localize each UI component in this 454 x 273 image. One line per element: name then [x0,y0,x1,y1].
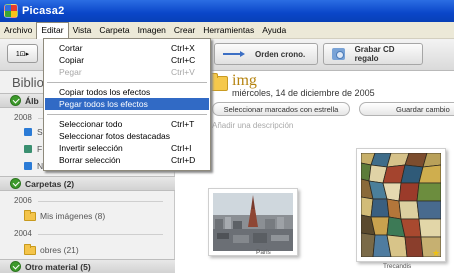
select-starred-label: Seleccionar marcados con estrella [223,104,339,114]
menu-editar[interactable]: Editar [36,21,69,39]
photo-caption: Paris [256,249,271,256]
menu-separator [47,114,207,115]
menu-item-label: Copiar todos los efectos [59,87,151,97]
trecandis-photo [361,153,441,257]
menu-item-label: Cortar [59,43,83,53]
shortcut-label: Ctrl+T [171,119,195,129]
other-material-label: Otro material (5) [25,261,91,272]
import-button-label: 1⊡▸ [15,50,30,58]
burn-gift-cd-label: Grabar CD regalo [354,45,395,63]
menu-crear[interactable]: Crear [170,22,199,39]
menu-bar: Archivo Editar Vista Carpeta Imagen Crea… [0,21,454,39]
folder-label: obres (21) [40,245,79,255]
menu-vista[interactable]: Vista [69,22,96,39]
chronological-arrow-icon [223,51,245,57]
import-button[interactable]: 1⊡▸ [7,44,38,63]
save-changes-label: Guardar cambio [396,104,450,114]
menu-item-pegar-todos-efectos[interactable]: Pegar todos los efectos [45,98,209,110]
star-icon: ★ [432,248,441,258]
divider [38,234,163,235]
folders-header[interactable]: Carpetas (2) [0,176,175,191]
album-date: miércoles, 14 de diciembre de 2005 [232,88,375,98]
shortcut-label: Ctrl+C [171,55,196,65]
menu-item-cortar[interactable]: Cortar Ctrl+X [45,42,209,54]
menu-item-copiar[interactable]: Copiar Ctrl+C [45,54,209,66]
year-label: 2004 [14,229,32,238]
photo-caption: Trecandis [383,263,412,270]
menu-item-invertir-seleccion[interactable]: Invertir selección Ctrl+I [45,142,209,154]
menu-item-label: Seleccionar todo [59,119,123,129]
menu-item-borrar-seleccion[interactable]: Borrar selección Ctrl+D [45,154,209,166]
menu-item-seleccionar-todo[interactable]: Seleccionar todo Ctrl+T [45,118,209,130]
year-label: 2006 [14,196,32,205]
title-bar: Picasa2 [0,0,454,22]
menu-ayuda[interactable]: Ayuda [258,22,290,39]
menu-separator [47,82,207,83]
album-item[interactable]: F [37,144,42,154]
shortcut-label: Ctrl+D [171,155,196,165]
menu-item-copiar-todos-efectos[interactable]: Copiar todos los efectos [45,86,209,98]
shortcut-label: Ctrl+X [171,43,195,53]
expand-check-icon[interactable] [10,95,21,106]
edit-menu-dropdown: Cortar Ctrl+X Copiar Ctrl+C Pegar Ctrl+V… [43,38,211,171]
cd-icon [332,48,345,60]
expand-check-icon[interactable] [10,178,21,189]
shortcut-label: Ctrl+I [171,143,192,153]
menu-archivo[interactable]: Archivo [0,22,36,39]
album-icon [24,128,32,136]
shortcut-label: Ctrl+V [171,67,195,77]
menu-item-label: Invertir selección [59,143,123,153]
paris-photo [213,193,293,251]
other-material-header[interactable]: Otro material (5) [0,259,175,273]
select-starred-button[interactable]: Seleccionar marcados con estrella [212,102,350,116]
menu-herramientas[interactable]: Herramientas [199,22,258,39]
album-item[interactable]: S [37,127,43,137]
folder-icon [24,243,36,255]
expand-check-icon[interactable] [10,261,21,272]
menu-item-label: Pegar todos los efectos [59,99,148,109]
divider [38,201,163,202]
save-changes-button[interactable]: Guardar cambio [359,102,454,116]
chronological-order-label: Orden crono. [255,49,306,59]
menu-item-label: Borrar selección [59,155,121,165]
folders-header-label: Carpetas (2) [25,178,75,189]
menu-item-label: Seleccionar fotos destacadas [59,131,171,141]
picasa-logo-icon [4,4,18,18]
menu-item-label: Pegar [59,67,82,77]
photo-thumbnail-trecandis[interactable] [356,148,446,262]
library-title: Biblio [12,75,44,90]
folder-icon [24,209,36,221]
albums-header-label: Álb [25,95,39,106]
menu-item-seleccionar-destacadas[interactable]: Seleccionar fotos destacadas [45,130,209,142]
chronological-order-button[interactable]: Orden crono. [214,43,318,65]
menu-item-pegar: Pegar Ctrl+V [45,66,209,78]
year-label: 2008 [14,113,32,122]
burn-gift-cd-button[interactable]: Grabar CD regalo [323,43,423,65]
photo-thumbnail-paris[interactable] [208,188,298,256]
folder-item-obres[interactable]: obres (21) [24,243,79,255]
folder-label: Mis imágenes (8) [40,211,106,221]
folder-item-mis-imagenes[interactable]: Mis imágenes (8) [24,209,106,221]
menu-imagen[interactable]: Imagen [134,22,170,39]
menu-carpeta[interactable]: Carpeta [95,22,133,39]
album-icon [24,145,32,153]
album-view: img miércoles, 14 de diciembre de 2005 S… [176,71,454,273]
menu-item-label: Copiar [59,55,85,65]
window-title: Picasa2 [22,5,65,17]
album-icon [24,162,32,170]
folder-icon [208,73,228,91]
description-field[interactable]: Añadir una descripción [212,121,293,130]
